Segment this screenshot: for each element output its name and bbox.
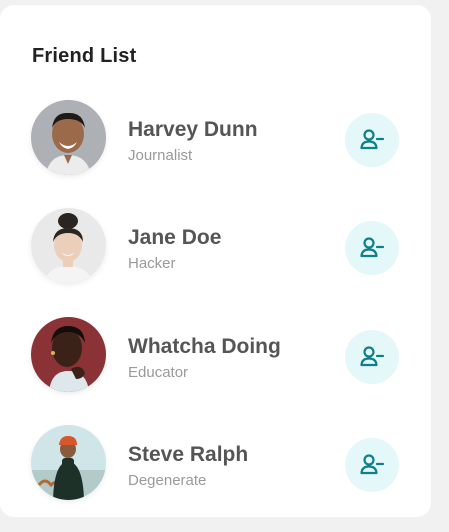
avatar[interactable] — [31, 100, 106, 175]
friend-name: Jane Doe — [128, 226, 222, 249]
avatar[interactable] — [31, 208, 106, 283]
friend-role: Degenerate — [128, 472, 207, 489]
friend-list-item: Harvey Dunn Journalist — [0, 100, 431, 180]
friend-list-item: Steve Ralph Degenerate — [0, 425, 431, 505]
user-minus-icon — [360, 454, 385, 475]
friend-role: Journalist — [128, 147, 193, 164]
remove-friend-button[interactable] — [345, 221, 399, 275]
friend-role: Educator — [128, 364, 189, 381]
friend-role: Hacker — [128, 255, 176, 272]
user-minus-icon — [360, 129, 385, 150]
avatar[interactable] — [31, 317, 106, 392]
friend-name: Steve Ralph — [128, 443, 249, 466]
avatar[interactable] — [31, 425, 106, 500]
user-minus-icon — [360, 237, 385, 258]
avatar-photo — [31, 425, 106, 500]
friend-name: Harvey Dunn — [128, 118, 258, 141]
remove-friend-button[interactable] — [345, 330, 399, 384]
friend-list-card: Friend List Harvey Dunn Journalist Jane … — [0, 5, 431, 517]
avatar-photo — [31, 208, 106, 283]
remove-friend-button[interactable] — [345, 113, 399, 167]
friend-list: Harvey Dunn Journalist Jane Doe Hacker W… — [0, 5, 431, 517]
avatar-photo — [31, 100, 106, 175]
friend-list-item: Jane Doe Hacker — [0, 208, 431, 288]
user-minus-icon — [360, 346, 385, 367]
friend-list-item: Whatcha Doing Educator — [0, 317, 431, 397]
avatar-photo — [31, 317, 106, 392]
friend-name: Whatcha Doing — [128, 335, 281, 358]
remove-friend-button[interactable] — [345, 438, 399, 492]
